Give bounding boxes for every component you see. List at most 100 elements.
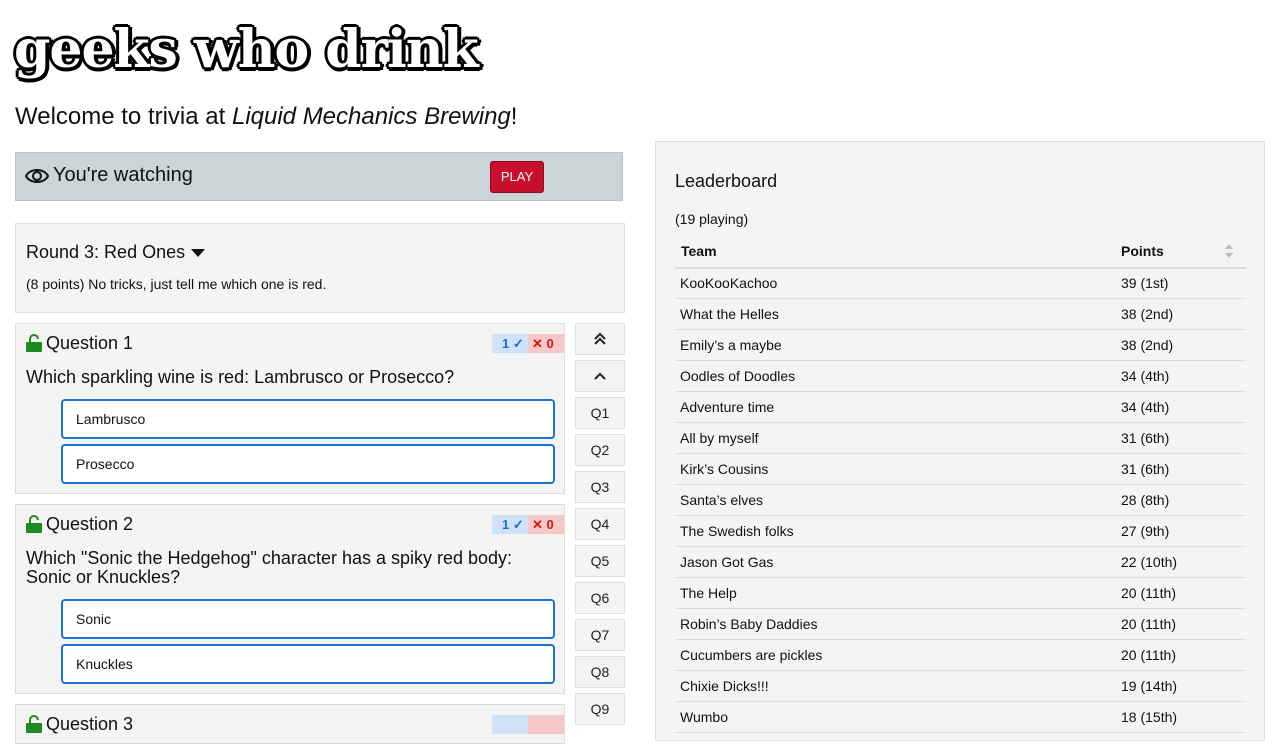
team-points: 28 (8th) [1121, 492, 1170, 508]
nav-question-button[interactable]: Q4 [575, 508, 625, 540]
team-name: Cucumbers are pickles [680, 647, 823, 663]
question-card: Question 3 [15, 704, 565, 744]
team-points: 20 (11th) [1121, 585, 1176, 601]
leaderboard-row: Robin’s Baby Daddies 20 (11th) [675, 608, 1246, 640]
round-description: (8 points) No tricks, just tell me which… [26, 276, 327, 292]
leaderboard-row: Wumbo 18 (15th) [675, 701, 1246, 733]
team-name: Chixie Dicks!!! [680, 678, 769, 694]
nav-question-button[interactable]: Q7 [575, 619, 625, 651]
wrong-count: ✕ 0 [528, 515, 564, 534]
nav-question-button[interactable]: Q6 [575, 582, 625, 614]
team-points: 20 (11th) [1121, 647, 1176, 663]
leaderboard-row: KooKooKachoo 39 (1st) [675, 267, 1246, 299]
points-column-header[interactable]: Points [1121, 243, 1164, 259]
team-name: Emily’s a maybe [680, 337, 782, 353]
players-count: (19 playing) [675, 211, 749, 227]
team-points: 27 (9th) [1121, 523, 1170, 539]
team-name: All by myself [680, 430, 759, 446]
team-points: 20 (11th) [1121, 616, 1176, 632]
answer-option[interactable]: Prosecco [61, 444, 555, 484]
unlock-icon [26, 515, 42, 533]
team-name: Jason Got Gas [680, 554, 774, 570]
answer-option[interactable]: Sonic [61, 599, 555, 639]
team-column-header[interactable]: Team [681, 243, 717, 259]
team-name: Adventure time [680, 399, 775, 415]
leaderboard-row: Jason Got Gas 22 (10th) [675, 546, 1246, 578]
team-name: Oodles of Doodles [680, 368, 796, 384]
watching-text: You're watching [53, 164, 193, 186]
team-points: 34 (4th) [1121, 399, 1170, 415]
team-points: 39 (1st) [1121, 275, 1169, 291]
leaderboard-row: Cucumbers are pickles 20 (11th) [675, 639, 1246, 671]
leaderboard-row: Chixie Dicks!!! 19 (14th) [675, 670, 1246, 702]
caret-down-icon [191, 249, 206, 258]
question-card: Question 1 1 ✓ ✕ 0 Which sparkling wine … [15, 323, 565, 494]
team-points: 31 (6th) [1121, 461, 1170, 477]
unlock-icon [26, 334, 42, 352]
welcome-message: Welcome to trivia at Liquid Mechanics Br… [15, 102, 517, 132]
question-text: Which "Sonic the Hedgehog" character has… [26, 548, 513, 587]
leaderboard-row: The Swedish folks 27 (9th) [675, 515, 1246, 547]
answer-option[interactable]: Lambrusco [61, 399, 555, 439]
nav-question-button[interactable]: Q3 [575, 471, 625, 503]
leaderboard-row: Oodles of Doodles 34 (4th) [675, 360, 1246, 392]
team-points: 22 (10th) [1121, 554, 1178, 570]
watching-banner: You're watching PLAY [15, 152, 623, 201]
team-name: What the Helles [680, 306, 779, 322]
leaderboard-row: The Help 20 (11th) [675, 577, 1246, 609]
answer-option[interactable]: Knuckles [61, 644, 555, 684]
unlock-icon [26, 715, 42, 733]
score-badge: 1 ✓ ✕ 0 [492, 334, 564, 353]
play-button[interactable]: PLAY [490, 161, 544, 193]
leaderboard-row: Adventure time 34 (4th) [675, 391, 1246, 423]
nav-question-button[interactable]: Q8 [575, 656, 625, 688]
round-title[interactable]: Round 3: Red Ones [26, 242, 206, 263]
leaderboard-title: Leaderboard [675, 171, 778, 191]
question-title: Question 2 [46, 514, 134, 534]
team-name: The Help [680, 585, 737, 601]
sort-icon[interactable] [1224, 242, 1234, 260]
question-card: Question 2 1 ✓ ✕ 0 Which "Sonic the Hedg… [15, 504, 565, 694]
team-name: Wumbo [680, 709, 728, 725]
leaderboard-header: Team Points [675, 238, 1246, 269]
score-badge: 1 ✓ ✕ 0 [492, 515, 564, 534]
team-points: 19 (14th) [1121, 678, 1178, 694]
double-chevron-up-icon [594, 332, 606, 345]
nav-question-button[interactable]: Q2 [575, 434, 625, 466]
question-title: Question 3 [46, 714, 134, 734]
leaderboard-row: What the Helles 38 (2nd) [675, 298, 1246, 330]
welcome-prefix: Welcome to trivia at [15, 103, 232, 130]
chevron-up-icon [594, 372, 606, 380]
wrong-count: ✕ 0 [528, 334, 564, 353]
leaderboard-row: Santa’s elves 28 (8th) [675, 484, 1246, 516]
round-title-label: Round 3: Red Ones [26, 242, 186, 262]
correct-count: 1 ✓ [492, 334, 528, 353]
nav-question-button[interactable]: Q5 [575, 545, 625, 577]
leaderboard-row: Emily’s a maybe 38 (2nd) [675, 329, 1246, 361]
wrong-count [528, 715, 564, 734]
scroll-up-button[interactable] [575, 360, 625, 392]
team-points: 34 (4th) [1121, 368, 1170, 384]
leaderboard-row: Kirk’s Cousins 31 (6th) [675, 453, 1246, 485]
score-badge [492, 715, 564, 734]
team-points: 31 (6th) [1121, 430, 1170, 446]
eye-icon [25, 169, 49, 183]
team-name: Kirk’s Cousins [680, 461, 769, 477]
logo-text: geeks who drink [13, 18, 481, 82]
leaderboard-row: All by myself 31 (6th) [675, 422, 1246, 454]
venue-name: Liquid Mechanics Brewing [231, 103, 511, 130]
nav-question-button[interactable]: Q9 [575, 693, 625, 725]
welcome-suffix: ! [510, 103, 518, 130]
jump-top-button[interactable] [575, 323, 625, 355]
nav-question-button[interactable]: Q1 [575, 397, 625, 429]
correct-count: 1 ✓ [492, 515, 528, 534]
team-name: The Swedish folks [680, 523, 794, 539]
team-points: 18 (15th) [1121, 709, 1178, 725]
geeks-who-drink-logo: geeks who drink [13, 14, 481, 86]
team-name: KooKooKachoo [680, 275, 778, 291]
question-title: Question 1 [46, 333, 134, 353]
team-name: Robin’s Baby Daddies [680, 616, 818, 632]
team-points: 38 (2nd) [1121, 306, 1174, 322]
leaderboard-panel: Leaderboard (19 playing) Team Points Koo… [655, 141, 1265, 741]
team-name: Santa’s elves [680, 492, 764, 508]
